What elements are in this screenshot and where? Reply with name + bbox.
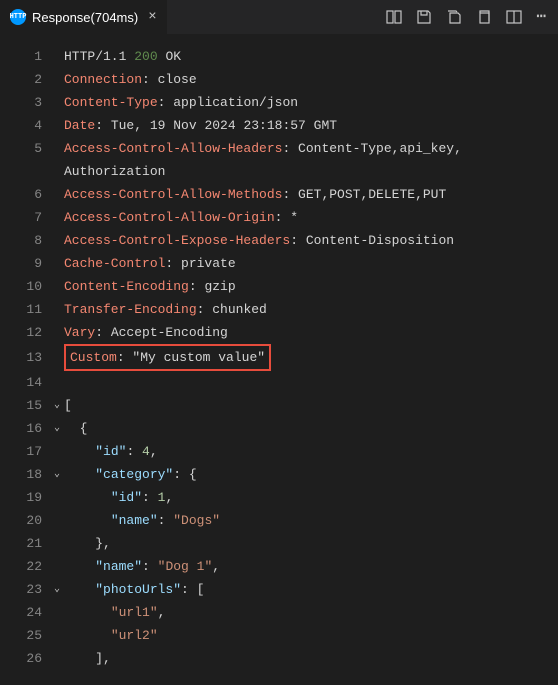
more-icon[interactable]: ⋯ xyxy=(536,9,546,25)
line-number: 15 xyxy=(0,394,50,417)
line-number: 23 xyxy=(0,578,50,601)
close-icon[interactable]: × xyxy=(148,9,156,25)
fold-icon[interactable]: ⌄ xyxy=(50,394,64,417)
line-number: 19 xyxy=(0,486,50,509)
http-icon: HTTP xyxy=(10,9,26,25)
line-number: 22 xyxy=(0,555,50,578)
fold-icon[interactable]: ⌄ xyxy=(50,463,64,486)
tab-title: Response(704ms) xyxy=(32,10,138,25)
line-number: 1 xyxy=(0,45,50,68)
line-number: 18 xyxy=(0,463,50,486)
line-number: 9 xyxy=(0,252,50,275)
compare-icon[interactable] xyxy=(386,9,402,25)
tab-response[interactable]: HTTP Response(704ms) × xyxy=(0,0,168,34)
line-number: 6 xyxy=(0,183,50,206)
line-number: 11 xyxy=(0,298,50,321)
split-icon[interactable] xyxy=(506,9,522,25)
copy-icon[interactable] xyxy=(476,9,492,25)
line-number: 25 xyxy=(0,624,50,647)
fold-icon[interactable]: ⌄ xyxy=(50,417,64,440)
line-number: 24 xyxy=(0,601,50,624)
save-icon[interactable] xyxy=(416,9,432,25)
line-number: 17 xyxy=(0,440,50,463)
line-number: 16 xyxy=(0,417,50,440)
line-number: 3 xyxy=(0,91,50,114)
editor-actions: ⋯ xyxy=(386,9,558,25)
line-number: 14 xyxy=(0,371,50,394)
code-editor[interactable]: 1HTTP/1.1 200 OK 2Connection: close 3Con… xyxy=(0,35,558,680)
line-number: 8 xyxy=(0,229,50,252)
line-number: 2 xyxy=(0,68,50,91)
line-number: 12 xyxy=(0,321,50,344)
line-number: 7 xyxy=(0,206,50,229)
line-number: 13 xyxy=(0,346,50,369)
save-all-icon[interactable] xyxy=(446,9,462,25)
line-number: 20 xyxy=(0,509,50,532)
line-number: 5 xyxy=(0,137,50,160)
fold-icon[interactable]: ⌄ xyxy=(50,578,64,601)
line-number: 10 xyxy=(0,275,50,298)
line-number: 21 xyxy=(0,532,50,555)
highlighted-header: Custom: "My custom value" xyxy=(64,344,271,371)
line-number: 26 xyxy=(0,647,50,670)
tab-bar: HTTP Response(704ms) × ⋯ xyxy=(0,0,558,35)
line-number: 4 xyxy=(0,114,50,137)
